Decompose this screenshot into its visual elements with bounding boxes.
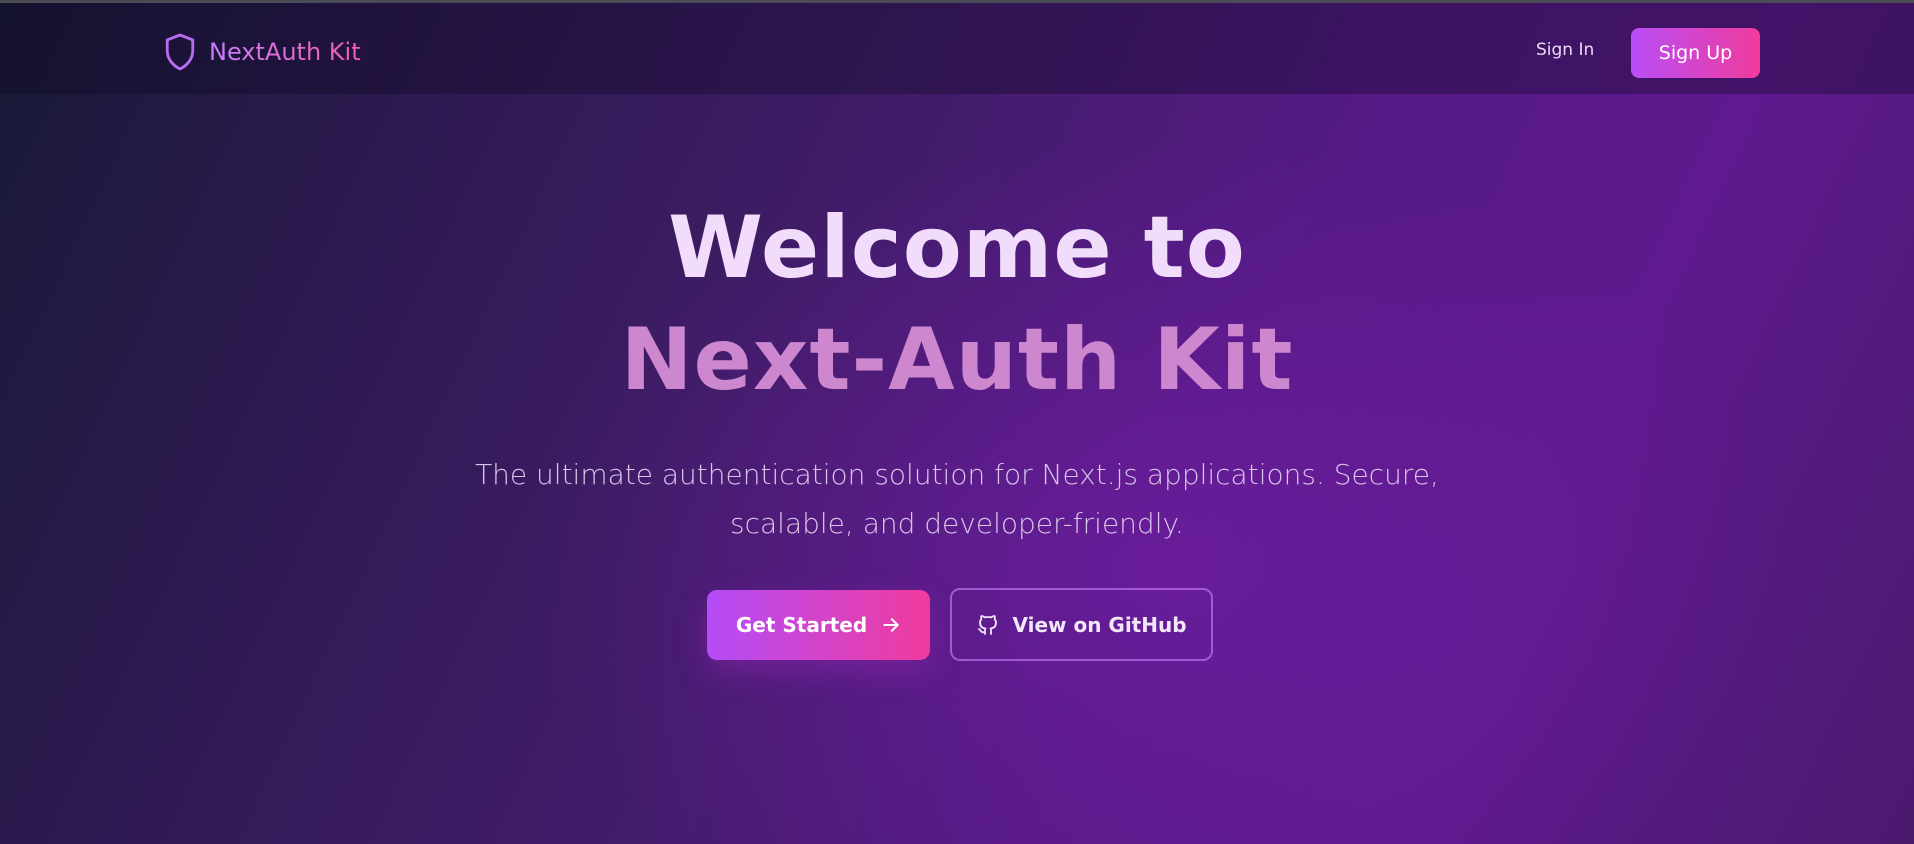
shield-icon	[165, 33, 195, 71]
get-started-button[interactable]: Get Started	[707, 590, 930, 660]
sign-up-button[interactable]: Sign Up	[1631, 28, 1760, 78]
view-on-github-label: View on GitHub	[1012, 612, 1187, 637]
get-started-label: Get Started	[735, 613, 868, 637]
github-icon	[978, 614, 998, 635]
brand-name: NextAuth Kit	[209, 38, 361, 66]
hero-subtitle: The ultimate authentication solution for…	[475, 458, 1439, 540]
arrow-right-icon	[883, 618, 899, 632]
hero-title-line-2: Next-Auth Kit	[620, 310, 1294, 410]
view-on-github-button[interactable]: View on GitHub	[950, 588, 1213, 661]
brand-logo[interactable]: NextAuth Kit	[163, 30, 361, 74]
sign-in-link[interactable]: Sign In	[1536, 40, 1594, 60]
hero-title-line-1: Welcome to	[668, 198, 1246, 298]
navbar: NextAuth Kit Sign In Sign Up	[0, 3, 1914, 94]
